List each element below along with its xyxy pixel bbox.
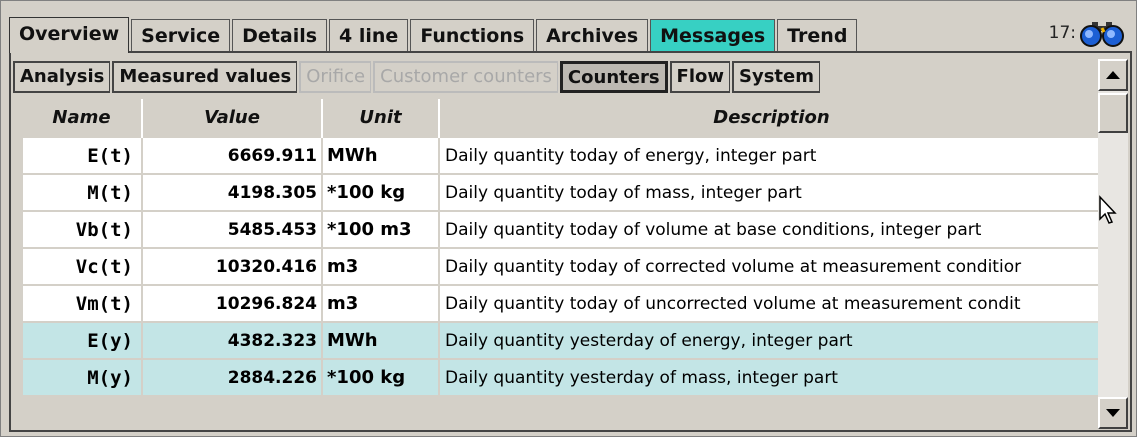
cell-name: E(y) bbox=[21, 321, 143, 360]
cell-value: 4382.323 bbox=[141, 321, 323, 360]
cell-name: Vb(t) bbox=[21, 210, 143, 249]
scroll-thumb[interactable] bbox=[1098, 93, 1128, 133]
subtab-counters[interactable]: Counters bbox=[559, 61, 668, 93]
binoculars-icon[interactable] bbox=[1078, 18, 1126, 48]
tab-overview[interactable]: Overview bbox=[9, 17, 130, 53]
counters-panel: Analysis Measured values Orifice Custome… bbox=[9, 51, 1132, 432]
cell-unit: *100 kg bbox=[321, 173, 440, 212]
cell-unit: m3 bbox=[321, 247, 440, 286]
cell-name: Vc(t) bbox=[21, 247, 143, 286]
table-row[interactable]: M(t) 4198.305 *100 kg Daily quantity tod… bbox=[21, 173, 1103, 212]
counters-table: Name Value Unit Description E(t) 6669.91… bbox=[21, 99, 1103, 430]
mouse-cursor-icon bbox=[1098, 195, 1118, 229]
cell-description: Daily quantity yesterday of energy, inte… bbox=[438, 321, 1103, 360]
cell-unit: *100 kg bbox=[321, 358, 440, 397]
cell-value: 6669.911 bbox=[141, 136, 323, 175]
cell-value: 5485.453 bbox=[141, 210, 323, 249]
scroll-up-button[interactable] bbox=[1098, 59, 1128, 91]
cell-description: Daily quantity today of mass, integer pa… bbox=[438, 173, 1103, 212]
tab-trend[interactable]: Trend bbox=[777, 19, 858, 51]
scroll-down-button[interactable] bbox=[1098, 397, 1128, 429]
cell-name: M(y) bbox=[21, 358, 143, 397]
tab-4-line[interactable]: 4 line bbox=[329, 19, 409, 51]
clock: 17: bbox=[1049, 15, 1126, 51]
app-window: Overview Service Details 4 line Function… bbox=[0, 0, 1137, 437]
subtab-flow[interactable]: Flow bbox=[669, 61, 730, 93]
subtab-measured-values[interactable]: Measured values bbox=[112, 61, 298, 93]
table-row[interactable]: Vm(t) 10296.824 m3 Daily quantity today … bbox=[21, 284, 1103, 323]
cell-name: M(t) bbox=[21, 173, 143, 212]
tab-details[interactable]: Details bbox=[232, 19, 328, 51]
header-unit[interactable]: Unit bbox=[322, 99, 440, 137]
cell-unit: MWh bbox=[321, 136, 440, 175]
subtab-customer-counters: Customer counters bbox=[373, 61, 558, 93]
arrow-down-icon bbox=[1106, 409, 1120, 417]
cell-name: E(t) bbox=[21, 136, 143, 175]
clock-text: 17: bbox=[1048, 23, 1076, 43]
header-value[interactable]: Value bbox=[142, 99, 323, 137]
table-row[interactable]: Vc(t) 10320.416 m3 Daily quantity today … bbox=[21, 247, 1103, 286]
cell-description: Daily quantity yesterday of mass, intege… bbox=[438, 358, 1103, 397]
cell-value: 2884.226 bbox=[141, 358, 323, 397]
cell-description: Daily quantity today of energy, integer … bbox=[438, 136, 1103, 175]
cell-unit: m3 bbox=[321, 284, 440, 323]
table-row[interactable]: E(t) 6669.911 MWh Daily quantity today o… bbox=[21, 136, 1103, 175]
tab-functions[interactable]: Functions bbox=[410, 19, 535, 51]
cell-unit: *100 m3 bbox=[321, 210, 440, 249]
cell-value: 10296.824 bbox=[141, 284, 323, 323]
subtab-orifice: Orifice bbox=[299, 61, 372, 93]
arrow-up-icon bbox=[1106, 71, 1120, 79]
vertical-scrollbar[interactable] bbox=[1098, 59, 1128, 429]
top-tab-bar: Overview Service Details 4 line Function… bbox=[9, 17, 859, 53]
table-header-row: Name Value Unit Description bbox=[22, 99, 1103, 137]
cell-unit: MWh bbox=[321, 321, 440, 360]
tab-service[interactable]: Service bbox=[131, 19, 231, 51]
table-row[interactable]: M(y) 2884.226 *100 kg Daily quantity yes… bbox=[21, 358, 1103, 397]
subtab-analysis[interactable]: Analysis bbox=[13, 61, 111, 93]
table-row[interactable]: Vb(t) 5485.453 *100 m3 Daily quantity to… bbox=[21, 210, 1103, 249]
tab-messages[interactable]: Messages bbox=[650, 19, 776, 51]
cell-value: 4198.305 bbox=[141, 173, 323, 212]
cell-value: 10320.416 bbox=[141, 247, 323, 286]
cell-description: Daily quantity today of corrected volume… bbox=[438, 247, 1103, 286]
header-description[interactable]: Description bbox=[439, 99, 1103, 137]
cell-description: Daily quantity today of uncorrected volu… bbox=[438, 284, 1103, 323]
cell-description: Daily quantity today of volume at base c… bbox=[438, 210, 1103, 249]
table-row[interactable]: E(y) 4382.323 MWh Daily quantity yesterd… bbox=[21, 321, 1103, 360]
header-name[interactable]: Name bbox=[22, 99, 143, 137]
sub-tab-bar: Analysis Measured values Orifice Custome… bbox=[13, 61, 822, 93]
subtab-system[interactable]: System bbox=[732, 61, 820, 93]
cell-name: Vm(t) bbox=[21, 284, 143, 323]
tab-archives[interactable]: Archives bbox=[536, 19, 649, 51]
